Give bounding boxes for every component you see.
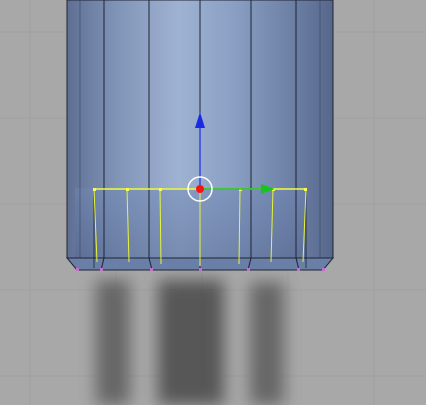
viewport-canvas[interactable] — [0, 0, 426, 405]
ground-shadow — [96, 280, 284, 405]
3d-viewport[interactable] — [0, 0, 426, 405]
object-origin-icon[interactable] — [196, 185, 204, 193]
